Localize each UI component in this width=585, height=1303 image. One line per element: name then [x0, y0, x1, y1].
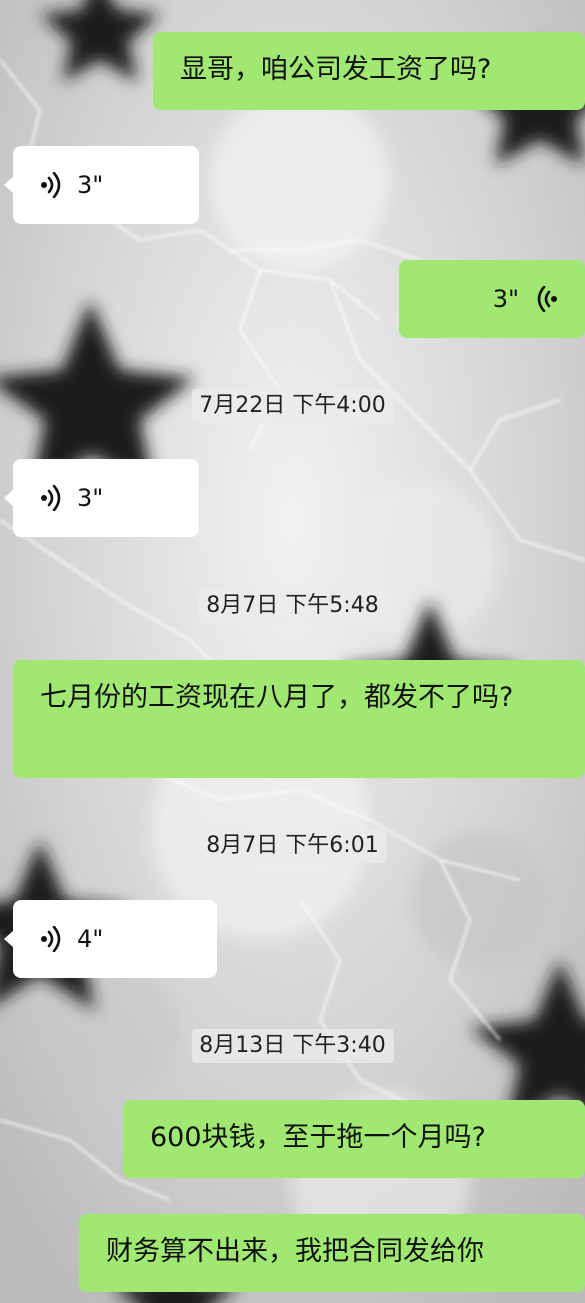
message-text: 财务算不出来，我把合同发给你: [106, 1236, 484, 1267]
incoming-voice-message[interactable]: 4": [4, 900, 217, 978]
message-timestamp: 7月22日 下午4:00: [191, 389, 394, 423]
outgoing-voice-message[interactable]: 3": [399, 260, 585, 338]
voice-duration: 4": [77, 925, 104, 953]
incoming-voice-message[interactable]: 3": [4, 459, 199, 537]
message-text: 显哥，咱公司发工资了吗?: [180, 54, 492, 85]
outgoing-message-bubble[interactable]: 600块钱，至于拖一个月吗?: [123, 1100, 585, 1178]
voice-wave-icon: [41, 926, 63, 952]
message-timestamp: 8月7日 下午6:01: [198, 829, 387, 863]
outgoing-message-bubble[interactable]: 显哥，咱公司发工资了吗?: [153, 32, 585, 110]
message-text: 七月份的工资现在八月了，都发不了吗?: [40, 682, 514, 713]
message-timestamp: 8月7日 下午5:48: [198, 589, 387, 623]
voice-wave-icon: [535, 286, 557, 312]
outgoing-message-bubble[interactable]: 七月份的工资现在八月了，都发不了吗?: [13, 660, 585, 778]
outgoing-message-bubble[interactable]: 财务算不出来，我把合同发给你: [79, 1214, 585, 1292]
voice-duration: 3": [77, 484, 104, 512]
voice-wave-icon: [41, 485, 63, 511]
voice-wave-icon: [41, 172, 63, 198]
message-text: 600块钱，至于拖一个月吗?: [150, 1122, 486, 1153]
voice-duration: 3": [492, 285, 519, 313]
message-timestamp: 8月13日 下午3:40: [191, 1029, 394, 1063]
voice-duration: 3": [77, 171, 104, 199]
incoming-voice-message[interactable]: 3": [4, 146, 199, 224]
